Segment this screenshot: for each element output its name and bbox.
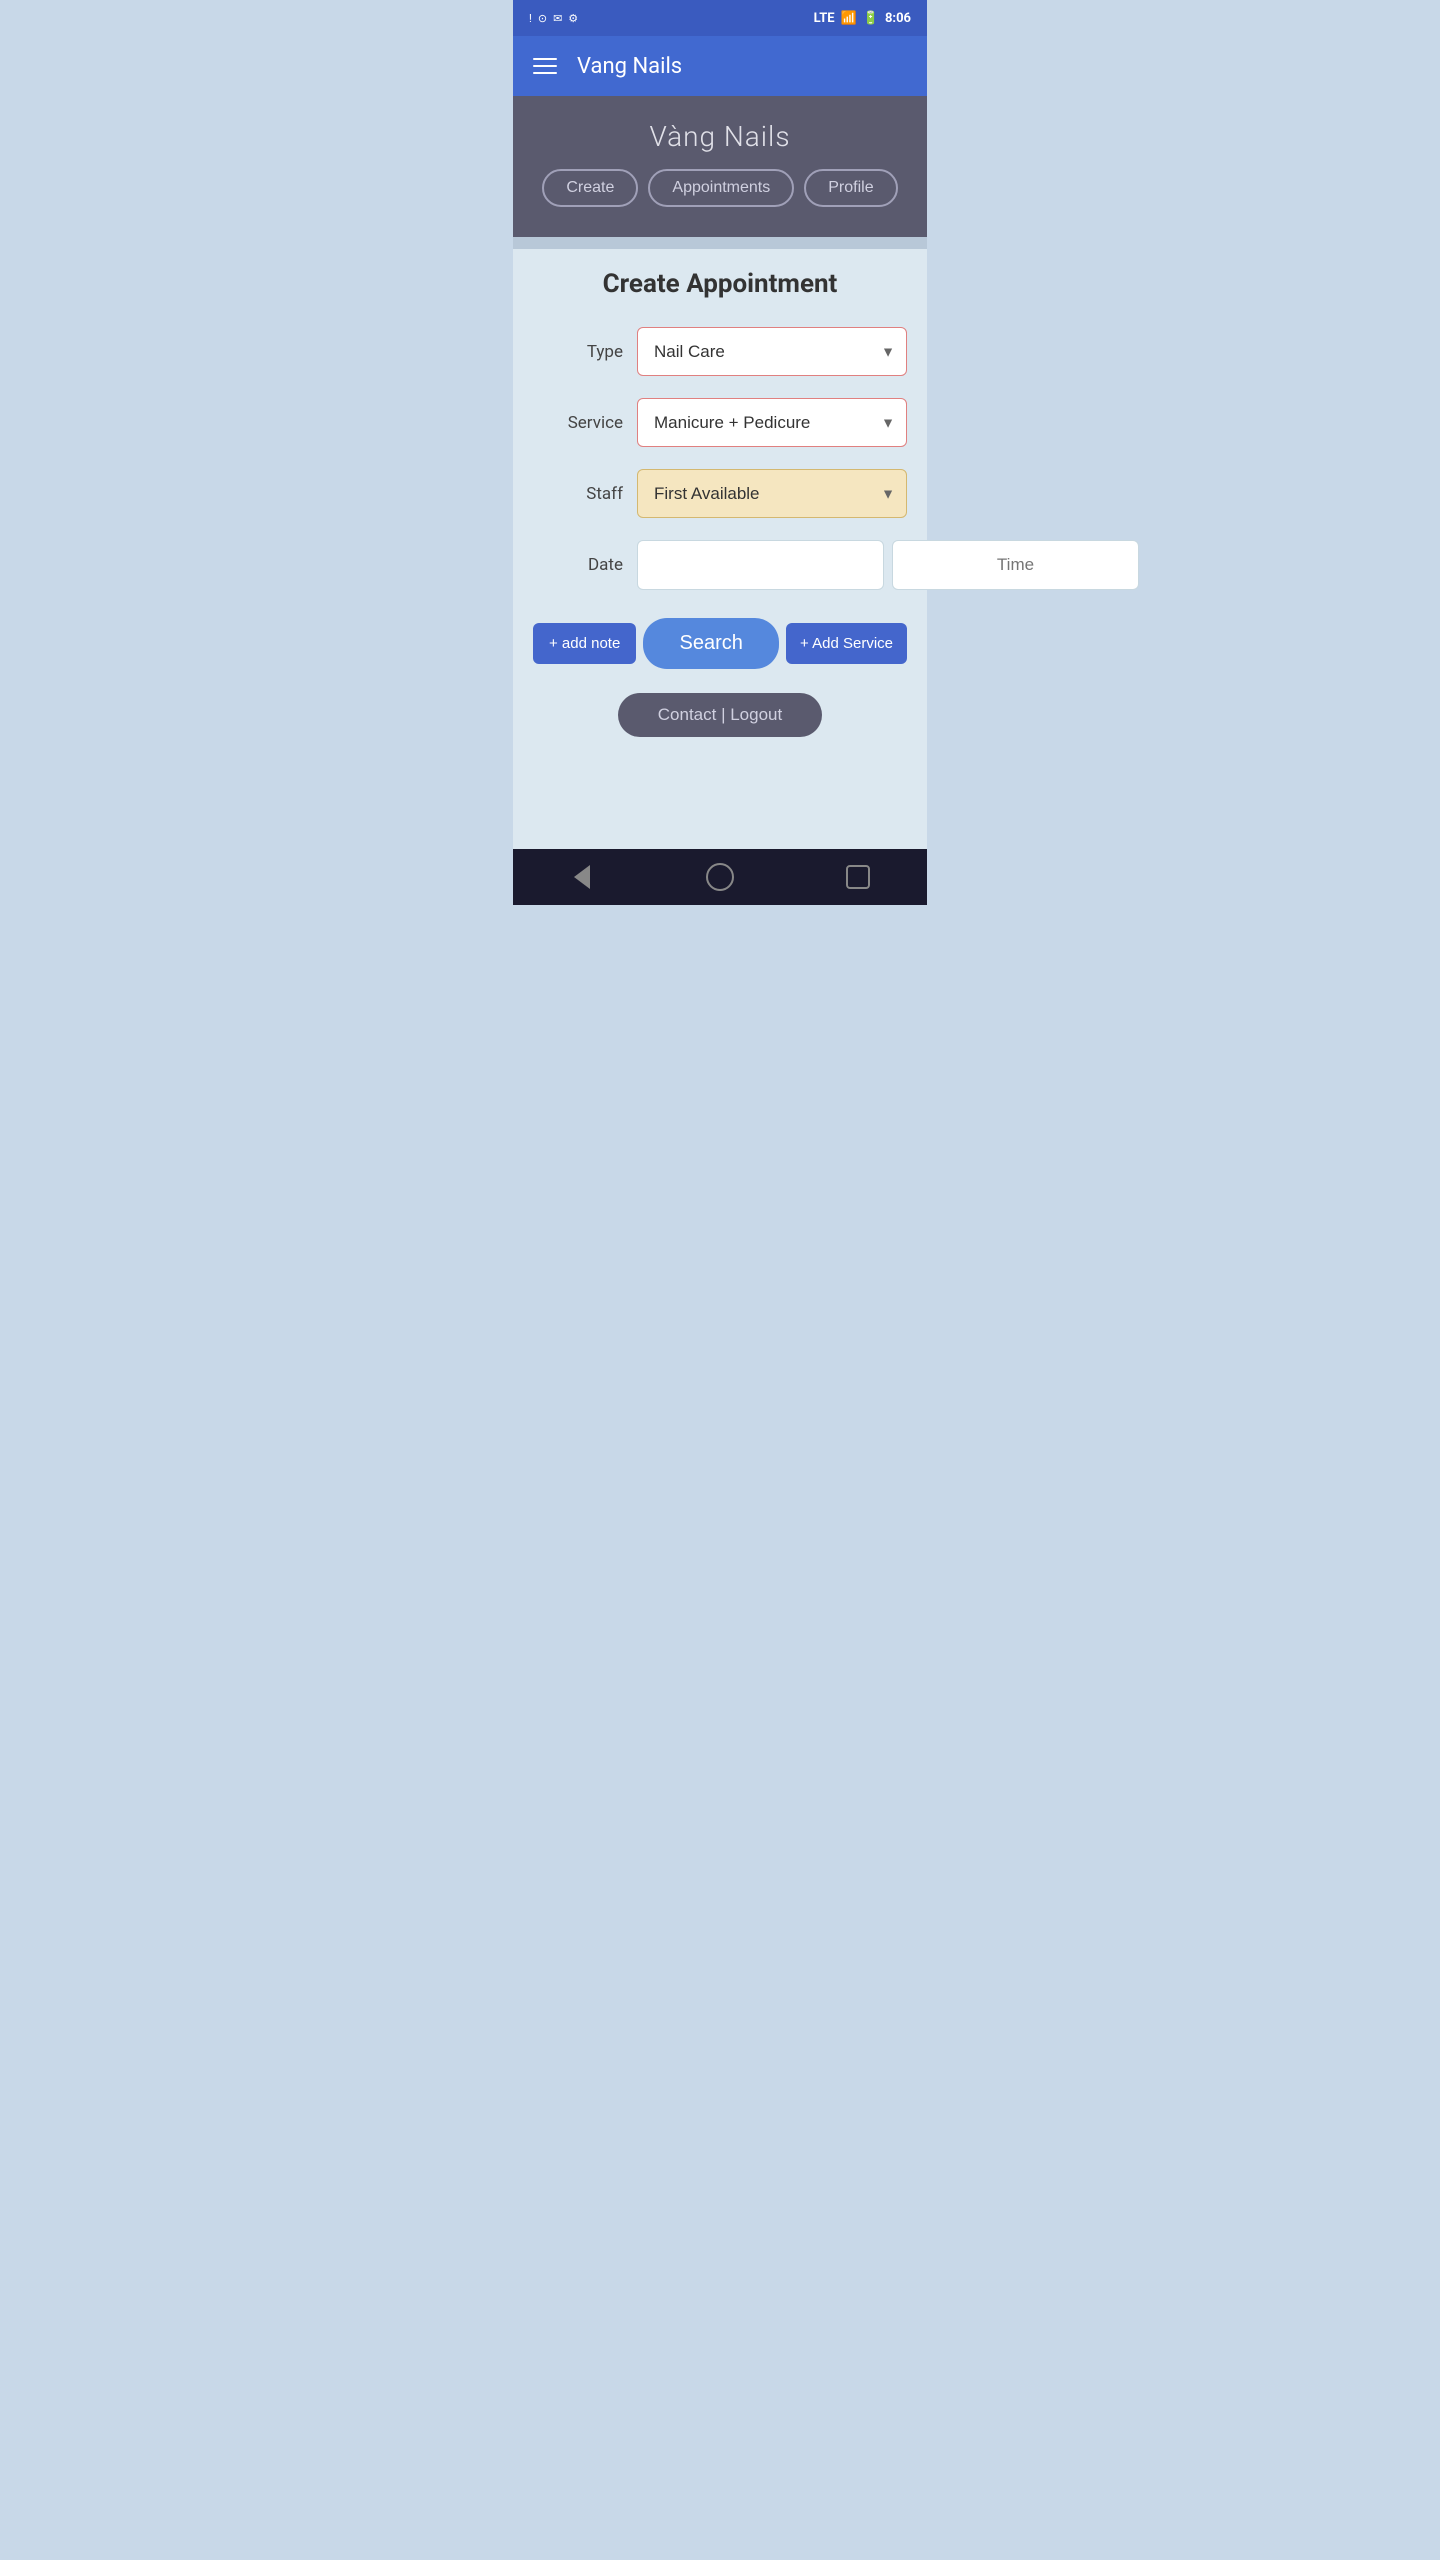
date-input[interactable] [637, 540, 884, 590]
staff-row: Staff First Available Any Staff ▼ [533, 469, 907, 518]
back-icon [574, 865, 590, 889]
banner-buttons: Create Appointments Profile [542, 169, 897, 207]
type-label: Type [533, 342, 623, 362]
contact-logout-button[interactable]: Contact | Logout [618, 693, 822, 737]
time-input[interactable] [892, 540, 1139, 590]
date-time-row: Date [533, 540, 907, 590]
type-select-wrapper: Nail Care Hair Care Spa ▼ [637, 327, 907, 376]
top-nav: Vang Nails [513, 36, 927, 96]
search-button[interactable]: Search [643, 618, 778, 669]
actions-row: + add note Search + Add Service [533, 618, 907, 669]
staff-label: Staff [533, 484, 623, 504]
lte-label: LTE [814, 11, 835, 26]
bottom-nav [513, 849, 927, 905]
recents-icon [846, 865, 870, 889]
date-label: Date [533, 555, 623, 575]
main-content: Create Appointment Type Nail Care Hair C… [513, 249, 927, 849]
appointments-button[interactable]: Appointments [648, 169, 794, 207]
service-row: Service Manicure + Pedicure Manicure Ped… [533, 398, 907, 447]
service-select[interactable]: Manicure + Pedicure Manicure Pedicure [637, 398, 907, 447]
status-bar-right: LTE 📶 🔋 8:06 [814, 11, 911, 26]
back-button[interactable] [566, 861, 598, 893]
menu-button[interactable] [529, 54, 561, 78]
message-icon: ✉ [553, 12, 562, 25]
banner-section: Vàng Nails Create Appointments Profile [513, 96, 927, 237]
service-select-wrapper: Manicure + Pedicure Manicure Pedicure ▼ [637, 398, 907, 447]
profile-button[interactable]: Profile [804, 169, 897, 207]
separator [513, 237, 927, 249]
form-title: Create Appointment [533, 269, 907, 299]
type-row: Type Nail Care Hair Care Spa ▼ [533, 327, 907, 376]
add-service-button[interactable]: + Add Service [786, 623, 907, 664]
battery-icon: 🔋 [863, 11, 879, 26]
android-icon: ⚙ [568, 12, 578, 25]
status-bar-left: ! ⊙ ✉ ⚙ [529, 12, 578, 25]
signal-icon: 📶 [841, 11, 857, 26]
clock: 8:06 [885, 11, 911, 26]
app-title: Vang Nails [577, 54, 682, 79]
banner-title: Vàng Nails [649, 120, 790, 153]
hamburger-line-3 [533, 72, 557, 74]
footer: Contact | Logout [533, 693, 907, 737]
hamburger-line-1 [533, 58, 557, 60]
hamburger-line-2 [533, 65, 557, 67]
add-note-button[interactable]: + add note [533, 623, 636, 664]
home-button[interactable] [704, 861, 736, 893]
service-label: Service [533, 413, 623, 433]
home-icon [706, 863, 734, 891]
create-button[interactable]: Create [542, 169, 638, 207]
staff-select[interactable]: First Available Any Staff [637, 469, 907, 518]
status-bar: ! ⊙ ✉ ⚙ LTE 📶 🔋 8:06 [513, 0, 927, 36]
staff-select-wrapper: First Available Any Staff ▼ [637, 469, 907, 518]
recents-button[interactable] [842, 861, 874, 893]
notification-icon: ! [529, 12, 532, 25]
sim-icon: ⊙ [538, 12, 547, 25]
type-select[interactable]: Nail Care Hair Care Spa [637, 327, 907, 376]
